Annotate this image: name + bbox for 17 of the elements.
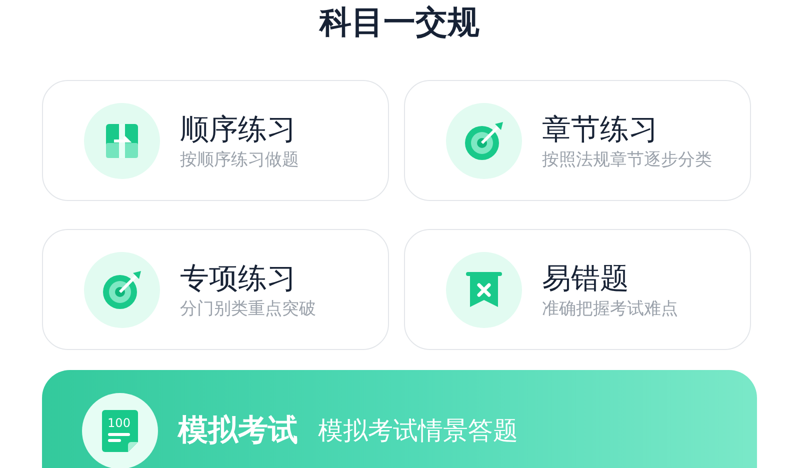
page-title: 科目一交规 xyxy=(318,2,480,43)
mode-description: 准确把握考试难点 xyxy=(542,298,678,320)
practice-card[interactable]: 章节练习 按照法规章节逐步分类 xyxy=(404,80,751,201)
bookmark-icon xyxy=(464,270,504,310)
mode-title: 章节练习 xyxy=(542,110,659,148)
mode-description: 按照法规章节逐步分类 xyxy=(542,148,712,172)
practice-card[interactable]: 顺序练习 按顺序练习做题 xyxy=(42,80,389,201)
mode-description: 按顺序练习做题 xyxy=(180,148,299,172)
practice-card[interactable]: 易错题 准确把握考试难点 xyxy=(404,229,751,350)
practice-card[interactable]: 专项练习 分门别类重点突破 xyxy=(42,229,389,350)
mode-title: 顺序练习 xyxy=(180,110,297,148)
mode-title: 易错题 xyxy=(542,260,630,296)
exam-description: 模拟考试情景答题 xyxy=(318,415,518,447)
exam-title: 模拟考试 xyxy=(178,412,298,450)
mode-description: 分门别类重点突破 xyxy=(180,298,316,320)
mode-title: 专项练习 xyxy=(180,260,297,296)
score-sheet-icon: 100 xyxy=(102,410,138,452)
